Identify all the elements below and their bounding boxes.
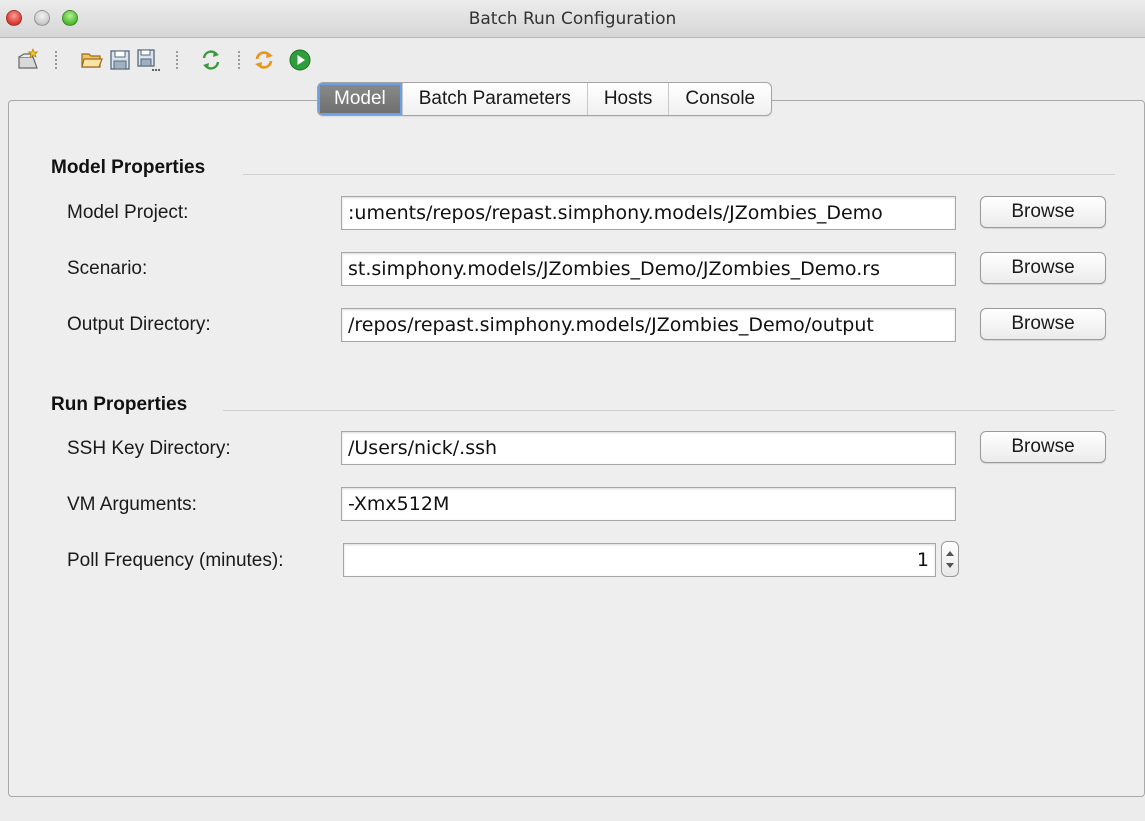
- save-icon[interactable]: [108, 48, 132, 72]
- toolbar-separator: [55, 51, 57, 69]
- window-title: Batch Run Configuration: [468, 9, 677, 29]
- sync-icon[interactable]: [252, 48, 276, 72]
- vm-arguments-label: VM Arguments:: [67, 494, 197, 515]
- section-divider: [223, 410, 1115, 411]
- ssh-key-directory-field[interactable]: /Users/nick/.ssh: [341, 431, 956, 465]
- refresh-icon[interactable]: [199, 48, 223, 72]
- chevron-up-icon[interactable]: [946, 551, 954, 556]
- tab-bar: Model Batch Parameters Hosts Console: [317, 82, 773, 116]
- vm-arguments-field[interactable]: -Xmx512M: [341, 487, 956, 521]
- ssh-key-directory-label: SSH Key Directory:: [67, 438, 231, 459]
- tab-batch-parameters[interactable]: Batch Parameters: [403, 83, 588, 115]
- poll-frequency-label: Poll Frequency (minutes):: [67, 550, 284, 571]
- ssh-key-directory-browse-button[interactable]: Browse: [980, 431, 1106, 463]
- poll-frequency-stepper[interactable]: [941, 541, 959, 577]
- open-folder-icon[interactable]: [80, 48, 104, 72]
- poll-frequency-field[interactable]: 1: [343, 543, 936, 577]
- run-icon[interactable]: [288, 48, 312, 72]
- model-project-field[interactable]: :uments/repos/repast.simphony.models/JZo…: [341, 196, 956, 230]
- output-directory-browse-button[interactable]: Browse: [980, 308, 1106, 340]
- save-as-icon[interactable]: [136, 48, 160, 72]
- scenario-label: Scenario:: [67, 258, 148, 279]
- run-properties-heading: Run Properties: [51, 394, 188, 415]
- output-directory-label: Output Directory:: [67, 314, 211, 335]
- model-project-label: Model Project:: [67, 202, 189, 223]
- tab-console[interactable]: Console: [669, 83, 771, 115]
- toolbar-separator: [238, 51, 240, 69]
- tab-hosts[interactable]: Hosts: [588, 83, 670, 115]
- tab-model[interactable]: Model: [318, 83, 403, 115]
- chevron-down-icon[interactable]: [946, 563, 954, 568]
- section-divider: [243, 174, 1115, 175]
- toolbar-separator: [176, 51, 178, 69]
- title-bar: Batch Run Configuration: [0, 0, 1145, 38]
- batch-run-window: Batch Run Configuration Model Batch Para…: [0, 0, 1145, 821]
- scenario-field[interactable]: st.simphony.models/JZombies_Demo/JZombie…: [341, 252, 956, 286]
- new-icon[interactable]: [16, 48, 40, 72]
- model-project-browse-button[interactable]: Browse: [980, 196, 1106, 228]
- model-properties-heading: Model Properties: [51, 157, 206, 178]
- output-directory-field[interactable]: /repos/repast.simphony.models/JZombies_D…: [341, 308, 956, 342]
- toolbar: [0, 40, 1145, 76]
- scenario-browse-button[interactable]: Browse: [980, 252, 1106, 284]
